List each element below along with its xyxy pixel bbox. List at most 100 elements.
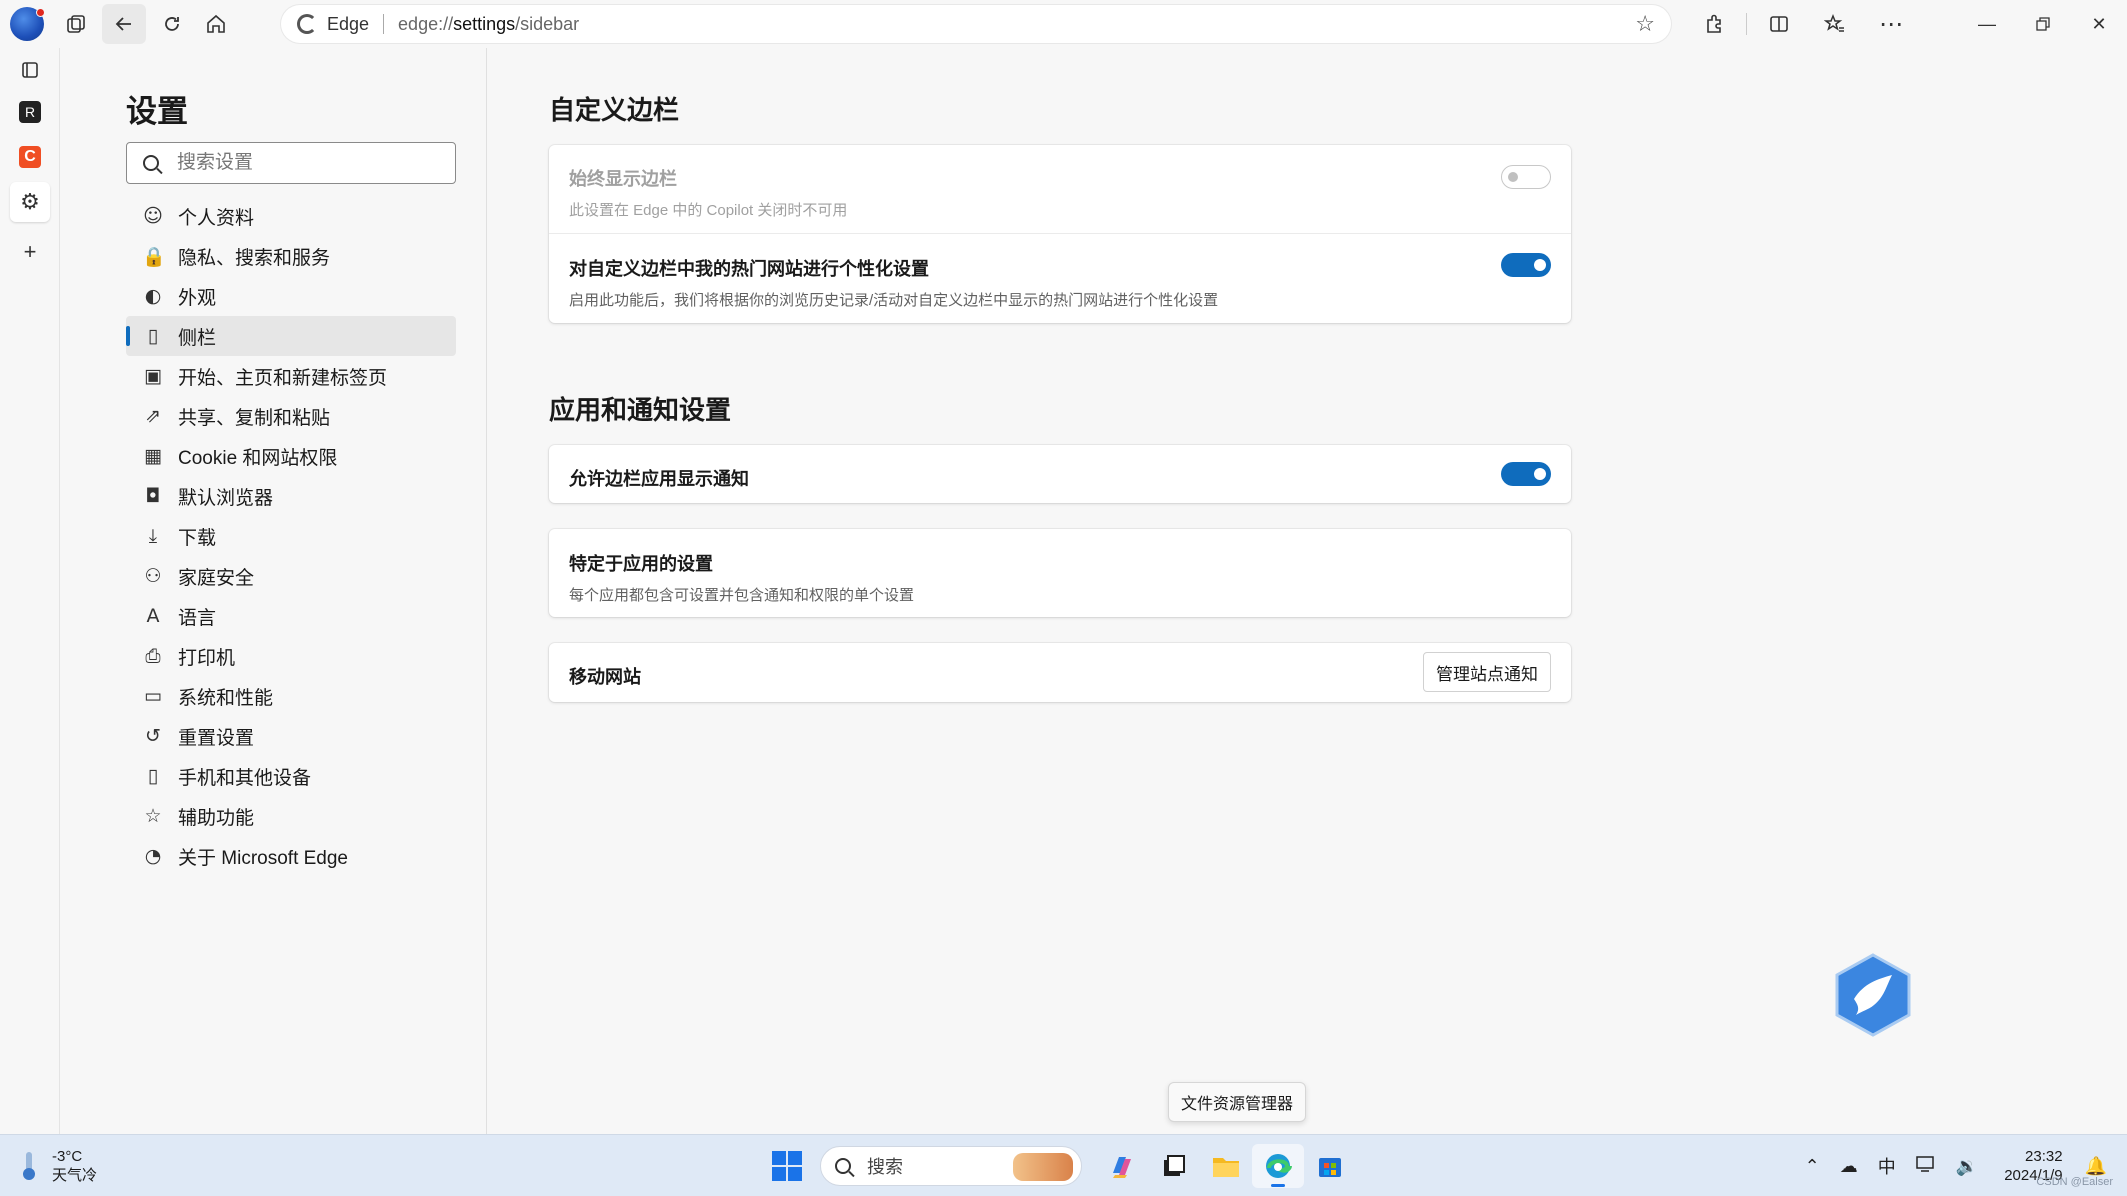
weather-widget[interactable]: -3°C 天气冷 [22,1147,97,1185]
weather-description: 天气冷 [52,1167,98,1184]
taskbar-search-label: 搜索 [867,1157,903,1177]
download-icon: ⤓ [148,525,158,547]
close-icon[interactable]: ✕ [2071,0,2127,48]
settings-nav-item[interactable]: ▦ Cookie 和网站权限 [126,436,456,476]
tab-actions-icon[interactable] [10,50,50,90]
section-title-app-notifications: 应用和通知设置 [549,395,732,425]
address-url: edge://settings/sidebar [398,13,580,34]
customize-sidebar-card: 始终显示边栏 此设置在 Edge 中的 Copilot 关闭时不可用 对自定义边… [549,145,1571,323]
task-view-icon[interactable] [1148,1144,1200,1188]
home-tabs-icon: ▣ [144,365,162,387]
always-show-sidebar-row: 始终显示边栏 此设置在 Edge 中的 Copilot 关闭时不可用 [549,145,1571,234]
ime-indicator[interactable]: 中 [1878,1153,1896,1179]
settings-nav-item[interactable]: ▣ 开始、主页和新建标签页 [126,356,456,396]
network-icon[interactable] [1916,1155,1936,1178]
allow-notifications-title: 允许边栏应用显示通知 [569,469,749,489]
settings-search[interactable] [126,142,456,184]
personalize-sites-title: 对自定义边栏中我的热门网站进行个性化设置 [569,259,929,279]
app-shortcut-icon[interactable]: R [10,92,50,132]
settings-search-input[interactable] [177,152,437,174]
settings-nav-item[interactable]: A 语言 [126,596,456,636]
collections-icon[interactable] [54,4,98,44]
assistant-bird-icon[interactable] [1834,953,1912,1037]
settings-nav-label: 打印机 [178,647,236,669]
volume-icon[interactable]: 🔉 [1956,1156,1978,1177]
microsoft-store-icon[interactable] [1304,1144,1356,1188]
search-highlight-icon [1013,1153,1073,1181]
app-settings-card[interactable]: 特定于应用的设置 每个应用都包含可设置并包含通知和权限的单个设置 [549,529,1571,617]
taskbar-search[interactable]: 搜索 [820,1146,1082,1186]
search-icon [143,155,159,171]
favorite-star-icon[interactable]: ☆ [1635,11,1655,37]
copilot-icon[interactable] [1096,1144,1148,1188]
settings-nav-item[interactable]: ⎙ 打印机 [126,636,456,676]
settings-nav-label: 手机和其他设备 [178,767,312,789]
minimize-icon[interactable]: — [1959,0,2015,48]
more-menu-icon[interactable]: ⋯ [1863,4,1919,44]
notification-bell-icon[interactable]: 🔔 [2085,1156,2107,1177]
mobile-site-card: 移动网站 管理站点通知 [549,643,1571,702]
edge-browser-icon[interactable] [1252,1144,1304,1188]
allow-notifications-toggle[interactable] [1501,462,1551,486]
file-explorer-icon[interactable] [1200,1144,1252,1188]
home-icon[interactable] [194,4,238,44]
back-icon[interactable] [102,4,146,44]
favorites-icon[interactable] [1807,4,1863,44]
settings-nav-item[interactable]: ◘ 默认浏览器 [126,476,456,516]
settings-nav-label: Cookie 和网站权限 [178,447,338,469]
extensions-icon[interactable] [1686,4,1742,44]
weather-temperature: -3°C [52,1148,83,1165]
app-specific-settings-row[interactable]: 特定于应用的设置 每个应用都包含可设置并包含通知和权限的单个设置 [549,529,1571,617]
app-specific-settings-desc: 每个应用都包含可设置并包含通知和权限的单个设置 [569,587,915,604]
settings-nav-label: 侧栏 [178,327,217,349]
profile-icon: ☺ [143,205,163,227]
language-icon: A [146,605,160,627]
settings-nav-label: 外观 [178,287,217,309]
settings-nav-label: 重置设置 [178,727,255,749]
share-icon: ⇗ [145,405,161,427]
always-show-sidebar-toggle[interactable] [1501,165,1551,189]
search-icon [835,1158,851,1174]
app-c-icon[interactable]: C [10,137,50,177]
settings-nav-label: 关于 Microsoft Edge [178,847,348,869]
settings-nav-item[interactable]: ◐ 外观 [126,276,456,316]
toolbar-divider [1746,13,1747,35]
restore-icon[interactable] [2015,0,2071,48]
split-screen-icon[interactable] [1751,4,1807,44]
settings-nav-item[interactable]: ▯ 手机和其他设备 [126,756,456,796]
add-app-icon[interactable]: + [10,232,50,272]
edge-sidebar: R C ⚙ + [0,48,60,1134]
settings-nav: 设置 ☺ 个人资料 🔒 隐私、搜索和服务 ◐ 外观 ▯ 侧栏 ▣ 开始、主页和新建标签页 ⇗ 共享、复… [62,48,487,1134]
cloud-icon[interactable]: ☁ [1840,1156,1858,1177]
settings-nav-item[interactable]: 🔒 隐私、搜索和服务 [126,236,456,276]
settings-nav-item[interactable]: ☆ 辅助功能 [126,796,456,836]
refresh-icon[interactable] [150,4,194,44]
phone-icon: ▯ [147,765,159,787]
notification-dot [36,8,45,17]
settings-gear-icon[interactable]: ⚙ [10,182,50,222]
profile-avatar[interactable] [10,7,45,41]
settings-nav-item[interactable]: ☺ 个人资料 [126,196,456,236]
mobile-site-title: 移动网站 [569,667,641,687]
browser-icon: ◘ [145,485,161,507]
address-bar[interactable]: Edge edge://settings/sidebar ☆ [281,5,1671,43]
browser-toolbar: Edge edge://settings/sidebar ☆ ⋯ — ✕ [0,0,2127,48]
settings-nav-item[interactable]: ◔ 关于 Microsoft Edge [126,836,456,876]
personalize-sites-toggle[interactable] [1501,253,1551,277]
settings-nav-label: 语言 [178,607,217,629]
sidebar-icon: ▯ [147,325,159,347]
settings-nav-item[interactable]: ▯ 侧栏 [126,316,456,356]
windows-start-icon[interactable] [772,1151,802,1181]
settings-nav-item[interactable]: ↺ 重置设置 [126,716,456,756]
settings-nav-label: 个人资料 [178,207,255,229]
file-explorer-tooltip: 文件资源管理器 [1168,1082,1307,1122]
settings-nav-item[interactable]: ▭ 系统和性能 [126,676,456,716]
accessibility-icon: ☆ [144,805,162,827]
manage-site-notifications-button[interactable]: 管理站点通知 [1423,652,1551,692]
settings-nav-item[interactable]: ⇗ 共享、复制和粘贴 [126,396,456,436]
cookie-icon: ▦ [144,445,162,467]
chevron-up-icon[interactable]: ⌃ [1805,1156,1820,1177]
settings-nav-item[interactable]: ⚇ 家庭安全 [126,556,456,596]
settings-nav-item[interactable]: ⤓ 下载 [126,516,456,556]
reset-icon: ↺ [145,725,161,747]
